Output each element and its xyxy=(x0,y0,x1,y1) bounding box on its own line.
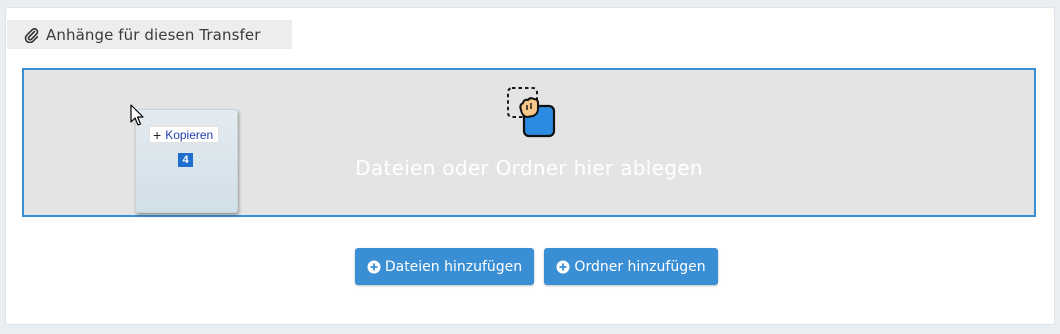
add-folder-button[interactable]: Ordner hinzufügen xyxy=(544,248,718,285)
plus-circle-icon xyxy=(556,260,570,274)
drag-and-drop-icon xyxy=(504,84,560,140)
file-dropzone[interactable]: Dateien oder Ordner hier ablegen + Kopie… xyxy=(22,68,1036,217)
attachments-section-header: Anhänge für diesen Transfer xyxy=(7,20,292,49)
add-files-button[interactable]: Dateien hinzufügen xyxy=(355,248,534,285)
mouse-pointer-icon xyxy=(130,104,146,128)
drag-preview: + Kopieren 4 xyxy=(135,109,238,213)
add-files-label: Dateien hinzufügen xyxy=(384,258,523,275)
paperclip-icon xyxy=(24,27,39,43)
plus-circle-icon xyxy=(367,260,381,274)
plus-icon: + xyxy=(153,126,162,143)
section-title: Anhänge für diesen Transfer xyxy=(46,25,261,44)
copy-indicator: + Kopieren xyxy=(149,126,220,143)
item-count-badge: 4 xyxy=(178,153,193,167)
attachments-panel: Anhänge für diesen Transfer Dateien oder… xyxy=(5,7,1055,325)
copy-label: Kopieren xyxy=(165,127,214,142)
add-folder-label: Ordner hinzufügen xyxy=(574,258,706,275)
